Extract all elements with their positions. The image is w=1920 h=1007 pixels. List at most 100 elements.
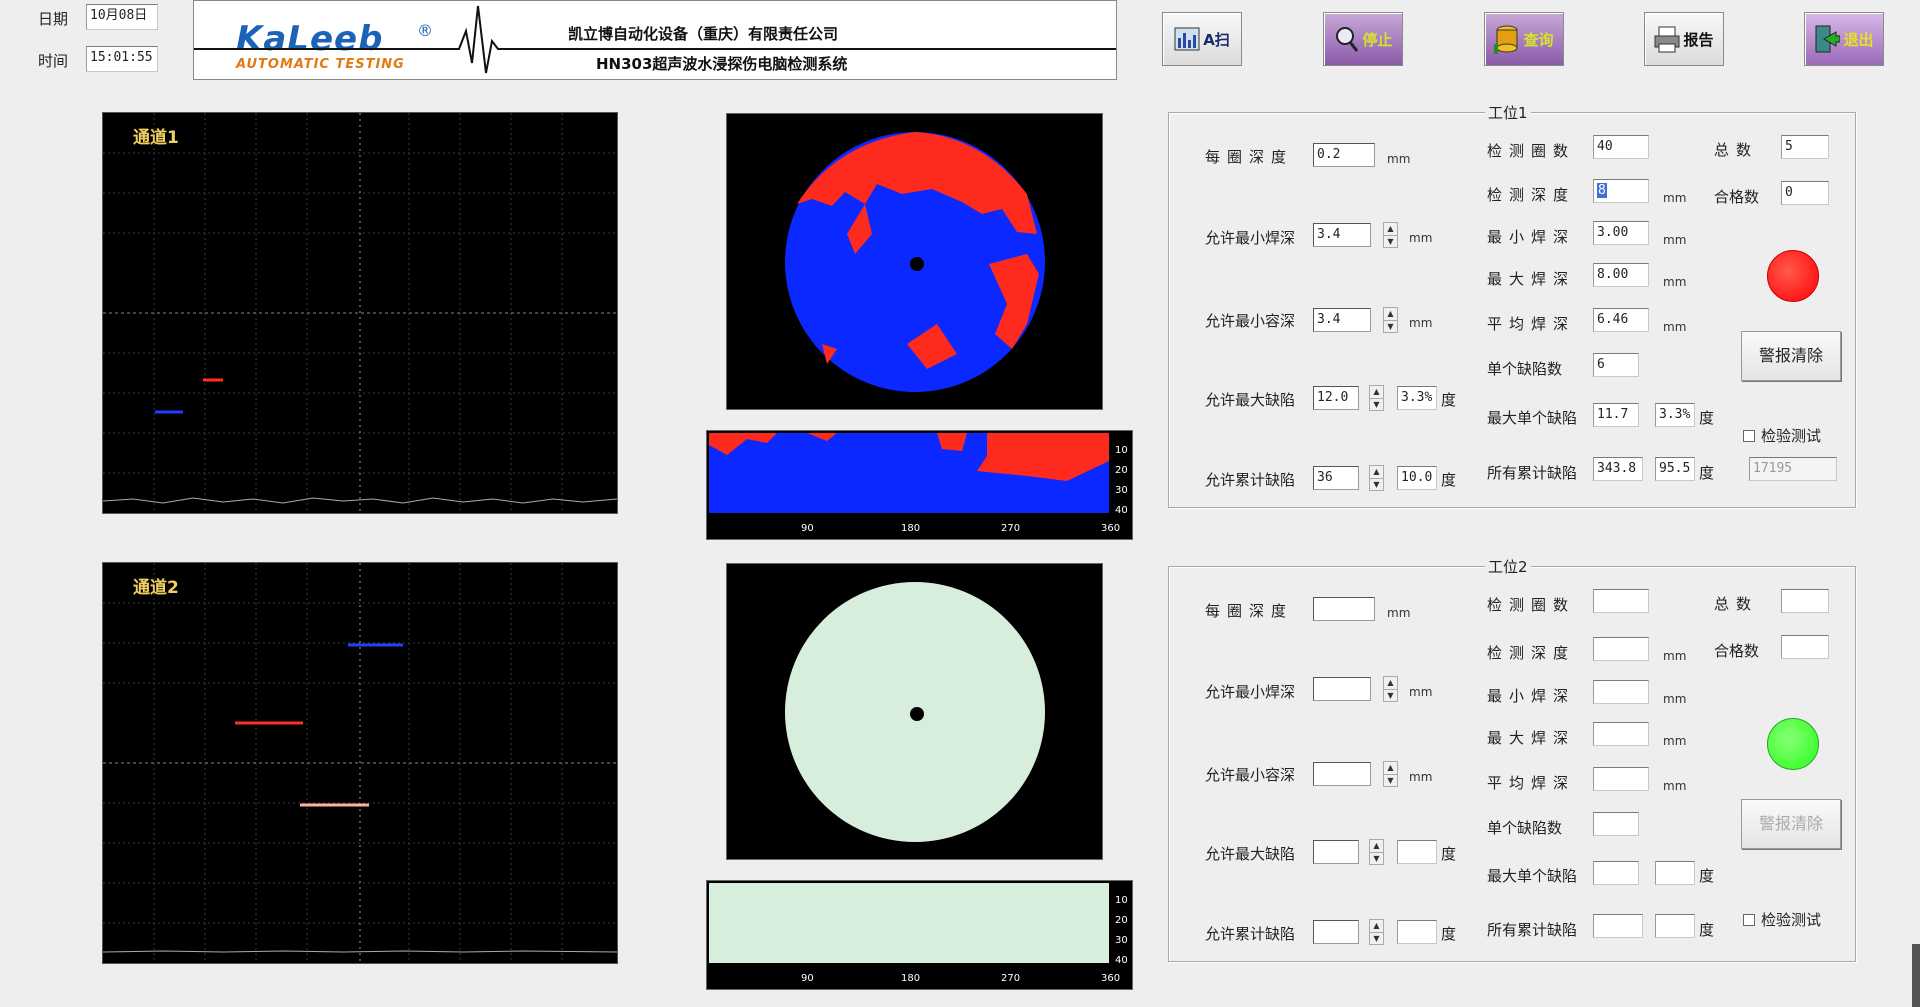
min-fuse-unit: mm xyxy=(1409,316,1433,330)
max-single-unit: 度 xyxy=(1699,409,1715,427)
cum-defect-label: 允许累计缺陷 xyxy=(1205,471,1296,489)
single-defects-field: 6 xyxy=(1593,353,1639,377)
station1-panel: 工位1 每圈深度 0.2 mm 允许最小焊深 3.4 ▲ ▼ mm 允许最小容深 … xyxy=(1168,102,1856,508)
min-weld-depth-unit: mm xyxy=(1663,692,1687,706)
min-fuse-label: 允许最小容深 xyxy=(1205,312,1296,330)
report-button[interactable]: 报告 xyxy=(1644,12,1724,66)
bscan2-ytick: 10 xyxy=(1115,895,1128,906)
test-depth-field xyxy=(1593,637,1649,661)
test-depth-unit: mm xyxy=(1663,649,1687,663)
max-weld-depth-field: 8.00 xyxy=(1593,263,1649,287)
cum-defect-label: 允许累计缺陷 xyxy=(1205,925,1296,943)
min-fuse-spinner[interactable]: ▲ ▼ xyxy=(1383,307,1398,333)
station1-cscan xyxy=(726,113,1103,410)
a-scan-button[interactable]: A扫 xyxy=(1162,12,1242,66)
date-field: 10月08日 xyxy=(86,4,158,30)
min-fuse-label: 允许最小容深 xyxy=(1205,766,1296,784)
max-defect-field[interactable]: 12.0 xyxy=(1313,386,1359,410)
min-weld-field[interactable] xyxy=(1313,677,1371,701)
cum-defect-field[interactable]: 36 xyxy=(1313,466,1359,490)
cum-defect-unit: 度 xyxy=(1441,471,1457,489)
cum-defect-spinner[interactable]: ▲ ▼ xyxy=(1369,465,1384,491)
avg-weld-depth-unit: mm xyxy=(1663,320,1687,334)
bscan1-ytick: 40 xyxy=(1115,505,1128,516)
query-button[interactable]: 查询 xyxy=(1484,12,1564,66)
max-defect-spinner[interactable]: ▲ ▼ xyxy=(1369,839,1384,865)
avg-weld-depth-label: 平均焊深 xyxy=(1487,315,1576,333)
bscan1-xtick: 270 xyxy=(1001,523,1021,534)
depth-per-rev-label: 每圈深度 xyxy=(1205,148,1294,166)
all-cum-unit: 度 xyxy=(1699,464,1715,482)
avg-weld-depth-field: 6.46 xyxy=(1593,308,1649,332)
bscan1-ytick: 30 xyxy=(1115,485,1128,496)
bscan2-ytick: 20 xyxy=(1115,915,1128,926)
test-depth-label: 检测深度 xyxy=(1487,186,1576,204)
system-title: HN303超声波水浸探伤电脑检测系统 xyxy=(592,53,852,74)
min-weld-spinner[interactable]: ▲ ▼ xyxy=(1383,222,1398,248)
station1-bscan: 10 20 30 40 90 180 270 360 xyxy=(706,430,1133,540)
min-fuse-field[interactable] xyxy=(1313,762,1371,786)
bscan1-xtick: 360 xyxy=(1101,523,1121,534)
rev-count-label: 检测圈数 xyxy=(1487,596,1576,614)
cum-defect-field[interactable] xyxy=(1313,920,1359,944)
max-single-pct: 3.3% xyxy=(1655,403,1695,427)
max-single-label: 最大单个缺陷 xyxy=(1487,409,1578,427)
cum-defect-spinner[interactable]: ▲ ▼ xyxy=(1369,919,1384,945)
report-label: 报告 xyxy=(1683,30,1714,49)
bscan2-xtick: 270 xyxy=(1001,973,1021,984)
checkbox-box xyxy=(1743,429,1755,442)
test-depth-value: 8 xyxy=(1597,183,1607,198)
max-defect-field[interactable] xyxy=(1313,840,1359,864)
checkbox-box xyxy=(1743,913,1755,926)
max-weld-depth-unit: mm xyxy=(1663,275,1687,289)
channel2-grid xyxy=(103,563,617,963)
rev-count-label: 检测圈数 xyxy=(1487,142,1576,160)
test-depth-unit: mm xyxy=(1663,191,1687,205)
depth-per-rev-field[interactable] xyxy=(1313,597,1375,621)
min-weld-depth-field xyxy=(1593,680,1649,704)
max-weld-depth-label: 最大焊深 xyxy=(1487,729,1576,747)
magnifier-icon xyxy=(1336,27,1359,52)
avg-weld-depth-field xyxy=(1593,767,1649,791)
database-icon xyxy=(1494,25,1518,54)
channel1-ascan: 通道1 xyxy=(102,112,618,514)
qualified-field: 0 xyxy=(1781,181,1829,205)
qualified-label: 合格数 xyxy=(1714,642,1760,660)
printer-icon xyxy=(1654,26,1680,53)
min-weld-depth-field: 3.00 xyxy=(1593,221,1649,245)
depth-per-rev-field[interactable]: 0.2 xyxy=(1313,143,1375,167)
single-defects-label: 单个缺陷数 xyxy=(1487,819,1563,837)
all-cum-label: 所有累计缺陷 xyxy=(1487,464,1578,482)
max-single-label: 最大单个缺陷 xyxy=(1487,867,1578,885)
cum-defect-pct: 10.0 xyxy=(1397,466,1437,490)
station2-title: 工位2 xyxy=(1485,556,1531,577)
station1-counter-field: 17195 xyxy=(1749,457,1837,481)
verify-test-label: 检验测试 xyxy=(1761,911,1822,929)
station2-alarm-clear-button[interactable]: 警报清除 xyxy=(1741,799,1841,849)
bscan1-xtick: 180 xyxy=(901,523,921,534)
all-cum-unit: 度 xyxy=(1699,921,1715,939)
depth-per-rev-unit: mm xyxy=(1387,152,1411,166)
rev-count-field: 40 xyxy=(1593,135,1649,159)
station1-verify-test-checkbox[interactable]: 检验测试 xyxy=(1743,425,1821,446)
all-cum-pct: 95.5 xyxy=(1655,457,1695,481)
max-defect-spinner[interactable]: ▲ ▼ xyxy=(1369,385,1384,411)
station2-verify-test-checkbox[interactable]: 检验测试 xyxy=(1743,909,1821,930)
avg-weld-depth-unit: mm xyxy=(1663,779,1687,793)
bscan2-xtick: 90 xyxy=(801,973,814,984)
min-fuse-spinner[interactable]: ▲ ▼ xyxy=(1383,761,1398,787)
channel2-ascan: 通道2 xyxy=(102,562,618,964)
station1-alarm-clear-button[interactable]: 警报清除 xyxy=(1741,331,1841,381)
scrollbar[interactable] xyxy=(1912,944,1920,1007)
min-weld-label: 允许最小焊深 xyxy=(1205,683,1296,701)
bscan1-xtick: 90 xyxy=(801,523,814,534)
max-single-field xyxy=(1593,861,1639,885)
min-weld-field[interactable]: 3.4 xyxy=(1313,223,1371,247)
exit-button[interactable]: 退出 xyxy=(1804,12,1884,66)
query-label: 查询 xyxy=(1523,30,1554,49)
min-fuse-field[interactable]: 3.4 xyxy=(1313,308,1371,332)
stop-button[interactable]: 停止 xyxy=(1323,12,1403,66)
date-label: 日期 xyxy=(38,10,69,28)
brand-banner: KaLeeb ® AUTOMATIC TESTING 凯立博自动化设备（重庆）有… xyxy=(193,0,1117,80)
min-weld-spinner[interactable]: ▲ ▼ xyxy=(1383,676,1398,702)
